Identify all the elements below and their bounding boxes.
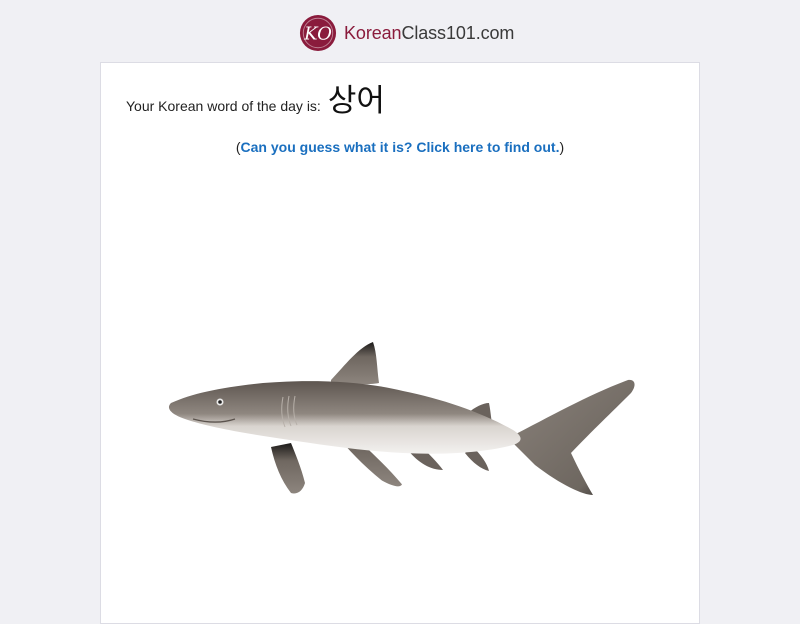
shark-image (168, 342, 635, 495)
logo-wordmark-korean: Korean (344, 23, 402, 43)
site-header: KO KoreanClass101.com (0, 0, 800, 62)
reveal-answer-link[interactable]: Can you guess what it is? Click here to … (241, 139, 560, 155)
word-of-the-day-card: Your Korean word of the day is: 상어 (Can … (100, 62, 700, 624)
koreanclass101-logo-icon: KO (299, 14, 337, 52)
logo-badge-glyph: KO (303, 24, 332, 45)
intro-label: Your Korean word of the day is: (126, 98, 321, 114)
korean-word: 상어 (327, 83, 385, 119)
word-of-the-day-line: Your Korean word of the day is: 상어 (126, 75, 385, 120)
hint-close-paren: ) (559, 139, 565, 155)
logo-wordmark: KoreanClass101.com (344, 23, 514, 43)
hint-line: (Can you guess what it is? Click here to… (101, 139, 699, 155)
logo-wordmark-class101: Class101.com (401, 23, 515, 43)
site-logo[interactable]: KO KoreanClass101.com (299, 13, 514, 53)
